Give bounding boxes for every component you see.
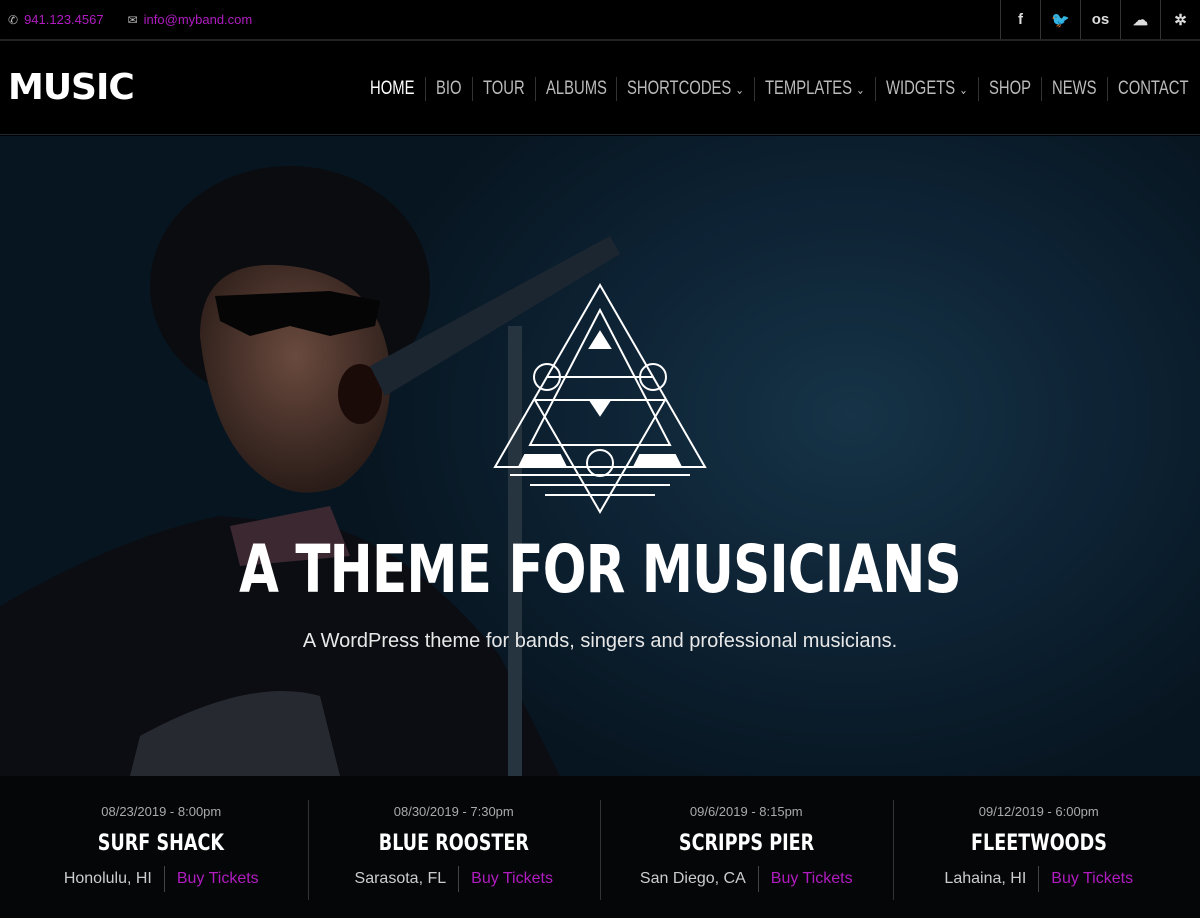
event-venue: SCRIPPS PIER bbox=[678, 831, 814, 856]
main-nav: HOME BIO TOUR ALBUMS SHORTCODES ⌄ TEMPLATES ⌄… bbox=[360, 77, 1198, 101]
buy-tickets-link[interactable]: Buy Tickets bbox=[1039, 870, 1133, 888]
nav-widgets[interactable]: WIDGETS ⌄ bbox=[875, 77, 978, 101]
email-icon: ✉ bbox=[127, 12, 138, 27]
buy-tickets-link[interactable]: Buy Tickets bbox=[759, 870, 853, 888]
hero-banner: A THEME FOR MUSICIANS A WordPress theme … bbox=[0, 136, 1200, 776]
event-date: 09/6/2019 - 8:15pm bbox=[689, 804, 803, 819]
facebook-button[interactable]: f bbox=[1000, 0, 1040, 39]
yelp-icon: ✲ bbox=[1174, 11, 1187, 29]
lastfm-icon: os bbox=[1091, 11, 1110, 28]
twitter-icon: 🐦 bbox=[1051, 11, 1070, 29]
event-date: 08/23/2019 - 8:00pm bbox=[101, 804, 222, 819]
event-city: San Diego, CA bbox=[640, 866, 759, 892]
nav-home[interactable]: HOME bbox=[360, 77, 425, 101]
buy-tickets-link[interactable]: Buy Tickets bbox=[165, 870, 259, 888]
event-item: 08/30/2019 - 7:30pm BLUE ROOSTER Sarasota,… bbox=[307, 776, 601, 918]
nav-label: TOUR bbox=[483, 78, 525, 99]
nav-contact[interactable]: CONTACT bbox=[1106, 77, 1198, 101]
soundcloud-button[interactable]: ☁ bbox=[1120, 0, 1160, 39]
event-city: Lahaina, HI bbox=[944, 866, 1040, 892]
social-links: f 🐦 os ☁ ✲ bbox=[1000, 0, 1200, 39]
nav-albums[interactable]: ALBUMS bbox=[534, 77, 617, 101]
nav-label: CONTACT bbox=[1117, 78, 1189, 99]
chevron-down-icon: ⌄ bbox=[856, 82, 865, 97]
event-venue: BLUE ROOSTER bbox=[378, 831, 529, 856]
event-city: Sarasota, FL bbox=[355, 866, 460, 892]
nav-tour[interactable]: TOUR bbox=[472, 77, 534, 101]
nav-label: WIDGETS ⌄ bbox=[886, 78, 968, 99]
event-date: 08/30/2019 - 7:30pm bbox=[393, 804, 514, 819]
nav-label: TEMPLATES ⌄ bbox=[765, 78, 865, 99]
nav-templates[interactable]: TEMPLATES ⌄ bbox=[754, 77, 875, 101]
nav-label: SHOP bbox=[989, 78, 1032, 99]
yelp-button[interactable]: ✲ bbox=[1160, 0, 1200, 39]
nav-label: SHORTCODES ⌄ bbox=[627, 78, 745, 99]
email-address[interactable]: info@myband.com bbox=[144, 12, 253, 27]
email-link[interactable]: ✉ info@myband.com bbox=[128, 12, 253, 27]
event-date: 09/12/2019 - 6:00pm bbox=[978, 804, 1099, 819]
nav-shop[interactable]: SHOP bbox=[978, 77, 1041, 101]
theme-emblem-logo bbox=[493, 282, 707, 514]
chevron-down-icon: ⌄ bbox=[735, 82, 745, 97]
nav-label: BIO bbox=[436, 78, 462, 99]
nav-news[interactable]: NEWS bbox=[1041, 77, 1106, 101]
event-item: 08/23/2019 - 8:00pm SURF SHACK Honolulu, H… bbox=[15, 776, 308, 918]
nav-bio[interactable]: BIO bbox=[425, 77, 472, 101]
event-item: 09/12/2019 - 6:00pm FLEETWOODS Lahaina, HI… bbox=[892, 776, 1186, 918]
event-venue: FLEETWOODS bbox=[970, 831, 1107, 856]
soundcloud-icon: ☁ bbox=[1133, 11, 1148, 29]
site-header: MUSIC HOME BIO TOUR ALBUMS SHORTCODES ⌄ TEMPL… bbox=[0, 41, 1200, 135]
lastfm-button[interactable]: os bbox=[1080, 0, 1120, 39]
event-item: 09/6/2019 - 8:15pm SCRIPPS PIER San Diego,… bbox=[600, 776, 893, 918]
event-city: Honolulu, HI bbox=[64, 866, 165, 892]
phone-number[interactable]: 941.123.4567 bbox=[24, 12, 104, 27]
event-venue: SURF SHACK bbox=[98, 831, 225, 856]
chevron-down-icon: ⌄ bbox=[959, 82, 968, 97]
hero-title: A THEME FOR MUSICIANS bbox=[239, 531, 962, 608]
hero-subtitle: A WordPress theme for bands, singers and… bbox=[302, 630, 898, 652]
site-logo[interactable]: MUSIC bbox=[8, 67, 135, 108]
top-bar: ✆ 941.123.4567 ✉ info@myband.com f 🐦 os ☁ ✲ bbox=[0, 0, 1200, 41]
phone-icon: ✆ bbox=[8, 12, 19, 27]
facebook-icon: f bbox=[1018, 11, 1023, 28]
nav-label: ALBUMS bbox=[545, 78, 607, 99]
phone-link[interactable]: ✆ 941.123.4567 bbox=[8, 12, 104, 27]
tour-dates: 08/23/2019 - 8:00pm SURF SHACK Honolulu, H… bbox=[0, 776, 1200, 918]
nav-label: HOME bbox=[370, 78, 415, 99]
buy-tickets-link[interactable]: Buy Tickets bbox=[459, 870, 553, 888]
twitter-button[interactable]: 🐦 bbox=[1040, 0, 1080, 39]
nav-label: NEWS bbox=[1052, 78, 1097, 99]
nav-shortcodes[interactable]: SHORTCODES ⌄ bbox=[616, 77, 754, 101]
